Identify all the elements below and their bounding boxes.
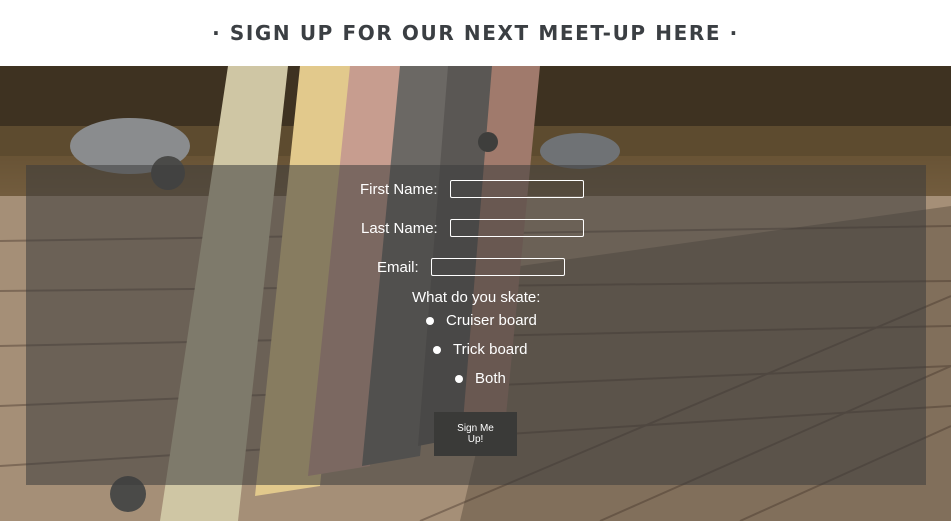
option-both[interactable]: Both — [455, 370, 506, 387]
email-label: Email: — [377, 258, 419, 276]
radio-bullet-icon[interactable] — [426, 316, 434, 325]
radio-bullet-icon[interactable] — [433, 345, 441, 354]
option-cruiser-board[interactable]: Cruiser board — [426, 312, 537, 329]
email-input[interactable] — [430, 258, 565, 276]
option-label: Trick board — [453, 341, 528, 358]
sign-me-up-button[interactable]: Sign Me Up! — [434, 412, 517, 456]
email-row: Email: — [377, 258, 565, 276]
option-label: Both — [475, 370, 506, 387]
first-name-label: First Name: — [360, 180, 438, 198]
skate-question: What do you skate: — [412, 289, 541, 306]
page-header: · SIGN UP FOR OUR NEXT MEET-UP HERE · — [0, 0, 951, 66]
last-name-label: Last Name: — [361, 219, 438, 237]
last-name-row: Last Name: — [361, 219, 584, 237]
option-label: Cruiser board — [446, 312, 537, 329]
last-name-input[interactable] — [449, 219, 584, 237]
first-name-row: First Name: — [360, 180, 584, 198]
first-name-input[interactable] — [449, 180, 584, 198]
page-title: · SIGN UP FOR OUR NEXT MEET-UP HERE · — [212, 21, 739, 45]
radio-bullet-icon[interactable] — [455, 374, 463, 383]
option-trick-board[interactable]: Trick board — [433, 341, 527, 358]
